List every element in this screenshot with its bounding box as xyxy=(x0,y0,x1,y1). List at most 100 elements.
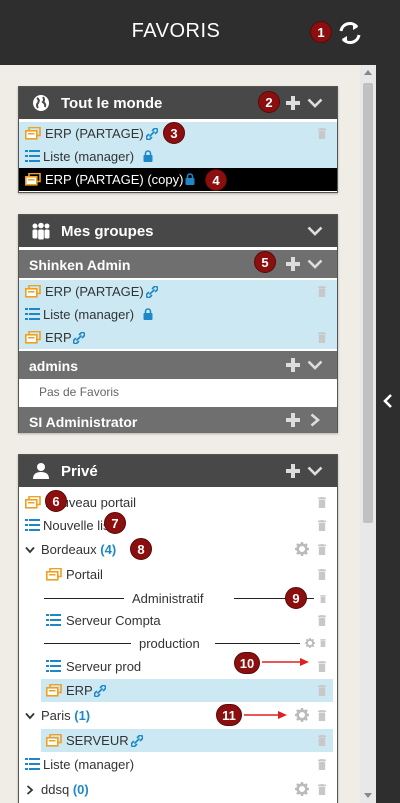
list-item[interactable]: Portail xyxy=(19,563,337,586)
list-item[interactable]: ERP (PARTAGE) (copy) xyxy=(19,168,337,191)
chevron-down-icon[interactable] xyxy=(25,546,35,554)
gear-icon[interactable] xyxy=(295,708,309,722)
chevron-down-icon[interactable] xyxy=(307,98,323,108)
group-favorites-panel: Mes groupes Shinken Admin ERP (PARTAGE) … xyxy=(18,214,338,433)
public-panel-title: Tout le monde xyxy=(61,95,163,112)
list-icon xyxy=(46,614,61,626)
folder-ddsq[interactable]: ddsq (0) xyxy=(19,778,337,801)
add-icon[interactable] xyxy=(286,413,300,427)
trash-icon[interactable] xyxy=(318,615,326,626)
link-icon xyxy=(146,286,158,298)
trash-icon[interactable] xyxy=(318,286,326,297)
group-name: admins xyxy=(29,358,79,374)
trash-icon[interactable] xyxy=(318,661,326,672)
item-label: Liste (manager) xyxy=(43,307,135,322)
portal-icon xyxy=(25,127,41,140)
gear-icon[interactable] xyxy=(295,782,309,796)
callout-marker: 1 xyxy=(310,21,332,43)
scroll-up-arrow[interactable] xyxy=(364,70,372,75)
separator-line xyxy=(44,643,131,644)
list-item[interactable]: SERVEUR xyxy=(41,729,333,752)
portal-icon xyxy=(25,173,41,186)
callout-marker: 7 xyxy=(104,512,126,534)
trash-icon[interactable] xyxy=(318,128,326,139)
trash-icon[interactable] xyxy=(318,759,326,770)
chevron-down-icon[interactable] xyxy=(307,466,323,476)
item-label: Serveur prod xyxy=(66,659,142,674)
chevron-left-icon[interactable] xyxy=(382,393,394,409)
list-item[interactable]: ERP xyxy=(19,326,337,349)
add-icon[interactable] xyxy=(286,358,300,372)
trash-icon[interactable] xyxy=(318,520,326,531)
list-item[interactable]: Liste (manager) xyxy=(19,753,337,776)
list-item[interactable]: Nouvelle liste xyxy=(19,514,337,537)
folder-name: Bordeaux xyxy=(41,542,97,557)
scrollbar-thumb[interactable] xyxy=(363,83,373,523)
chevron-right-icon[interactable] xyxy=(26,785,34,795)
trash-icon[interactable] xyxy=(318,735,326,746)
folder-count: (1) xyxy=(74,708,91,723)
add-icon[interactable] xyxy=(286,464,300,478)
list-item[interactable]: ERP (PARTAGE) xyxy=(19,280,337,303)
globe-icon xyxy=(33,95,49,111)
group-header-shinken-admin[interactable]: Shinken Admin xyxy=(19,250,337,278)
item-label: Liste (manager) xyxy=(43,757,135,772)
portal-icon xyxy=(46,684,62,697)
lock-icon xyxy=(143,308,153,320)
callout-marker: 2 xyxy=(258,91,280,113)
item-label: SERVEUR xyxy=(66,733,129,748)
portal-icon xyxy=(46,568,62,581)
trash-icon[interactable] xyxy=(320,595,326,603)
list-item[interactable]: Liste (manager) xyxy=(19,303,337,326)
folder-count: (4) xyxy=(100,542,117,557)
chevron-down-icon[interactable] xyxy=(307,360,323,370)
group-name: SI Administrator xyxy=(29,414,138,430)
trash-icon[interactable] xyxy=(318,685,326,696)
chevron-down-icon[interactable] xyxy=(25,712,35,720)
callout-marker: 11 xyxy=(216,704,242,726)
gear-icon[interactable] xyxy=(295,542,309,556)
groups-panel-header[interactable]: Mes groupes xyxy=(19,215,337,247)
folder-bordeaux[interactable]: Bordeaux (4) xyxy=(19,538,337,561)
callout-marker: 4 xyxy=(205,169,227,191)
group-icon xyxy=(32,222,50,240)
collapse-bar[interactable] xyxy=(376,0,400,803)
list-item[interactable]: Liste (manager) xyxy=(19,145,337,168)
private-panel-header[interactable]: Privé xyxy=(19,455,337,487)
refresh-icon[interactable] xyxy=(336,19,364,47)
arrow-icon xyxy=(244,711,287,719)
folder-name: Paris xyxy=(41,708,71,723)
item-label: Liste (manager) xyxy=(43,149,135,164)
public-panel-header[interactable]: Tout le monde xyxy=(19,87,337,119)
portal-icon xyxy=(25,331,41,344)
group-header-admins[interactable]: admins xyxy=(19,351,337,379)
list-item[interactable]: ERP xyxy=(41,679,333,702)
separator-production[interactable]: production xyxy=(19,632,337,655)
trash-icon[interactable] xyxy=(318,544,326,555)
add-icon[interactable] xyxy=(286,96,300,110)
trash-icon[interactable] xyxy=(318,569,326,580)
header-bar: FAVORIS xyxy=(0,0,400,65)
trash-icon[interactable] xyxy=(320,639,326,647)
callout-marker: 3 xyxy=(163,122,185,144)
add-icon[interactable] xyxy=(286,257,300,271)
group-name: Shinken Admin xyxy=(29,257,131,273)
chevron-down-icon[interactable] xyxy=(307,226,323,236)
trash-icon[interactable] xyxy=(318,332,326,343)
scroll-down-arrow[interactable] xyxy=(364,793,372,798)
trash-icon[interactable] xyxy=(318,497,326,508)
trash-icon[interactable] xyxy=(318,784,326,795)
trash-icon[interactable] xyxy=(318,710,326,721)
empty-state: Pas de Favoris xyxy=(19,380,337,404)
lock-icon xyxy=(143,150,153,162)
scrollbar[interactable] xyxy=(360,65,376,803)
chevron-right-icon[interactable] xyxy=(310,413,320,427)
chevron-down-icon[interactable] xyxy=(307,259,323,269)
link-icon xyxy=(131,735,143,747)
gear-icon[interactable] xyxy=(305,638,315,648)
list-item[interactable]: Serveur Compta xyxy=(19,609,337,632)
folder-paris[interactable]: Paris (1) xyxy=(19,704,337,727)
group-header-si-administrator[interactable]: SI Administrator xyxy=(19,407,337,433)
callout-marker: 8 xyxy=(130,538,152,560)
item-label: ERP (PARTAGE) xyxy=(45,284,144,299)
